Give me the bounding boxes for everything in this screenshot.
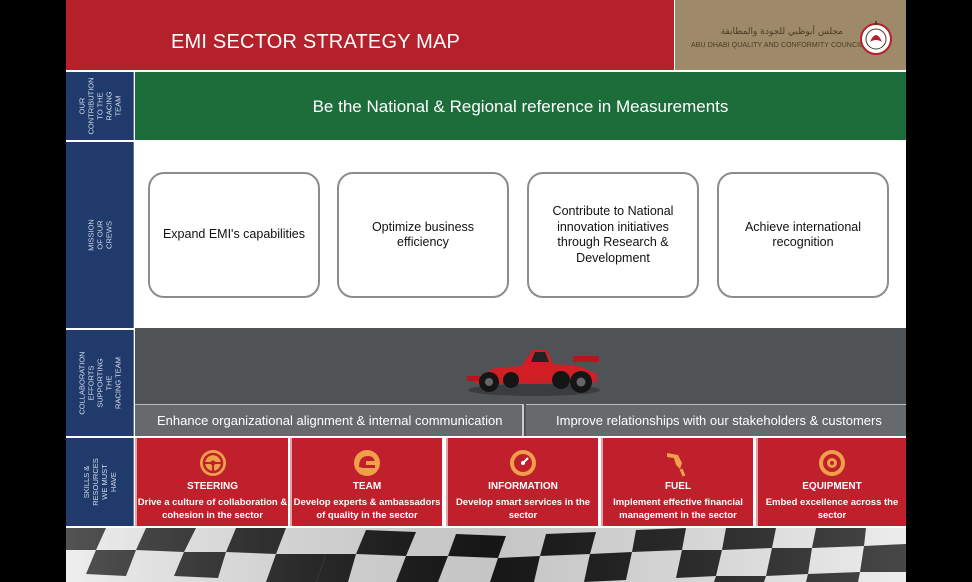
council-logo: مجلس أبوظبي للجودة والمطابقة ABU DHABI Q… [675, 0, 906, 70]
side-label-collaboration: COLLABORATION EFFORTS SUPPORTING THE RAC… [66, 330, 134, 436]
wheel-icon [819, 450, 845, 476]
falcon-emblem-icon [860, 20, 892, 55]
logo-english-text: ABU DHABI QUALITY AND CONFORMITY COUNCIL [691, 42, 864, 49]
collaboration-internal: Enhance organizational alignment & inter… [135, 404, 524, 436]
side-label-contribution: OUR CONTRIBUTION TO THE RACING TEAM [66, 72, 134, 140]
checkered-flag-banner [66, 528, 906, 582]
strategy-map-slide: EMI SECTOR STRATEGY MAP مجلس أبوظبي للجو… [66, 0, 906, 582]
race-car-icon [467, 350, 600, 396]
side-label-skills: SKILLS & RESOURCES WE MUST HAVE [66, 438, 134, 526]
collaboration-external: Improve relationships with our stakehold… [526, 404, 906, 436]
skill-equipment: EQUIPMENT Embed excellence across the se… [756, 438, 906, 526]
skill-information: INFORMATION Develop smart services in th… [446, 438, 598, 526]
vision-banner: Be the National & Regional reference in … [135, 72, 906, 140]
skill-team: TEAM Develop experts & ambassadors of qu… [290, 438, 442, 526]
mission-box-recognition: Achieve international recognition [717, 172, 889, 298]
page-title: EMI SECTOR STRATEGY MAP [171, 31, 461, 53]
mission-box-efficiency: Optimize business efficiency [337, 172, 509, 298]
vision-text: Be the National & Regional reference in … [312, 97, 729, 116]
skill-steering: STEERING Drive a culture of collaboratio… [135, 438, 288, 526]
fuel-nozzle-icon [667, 453, 686, 477]
logo-arabic-text: مجلس أبوظبي للجودة والمطابقة [720, 27, 843, 37]
skill-fuel: FUEL Implement effective financial manag… [601, 438, 753, 526]
mission-box-innovation: Contribute to National innovation initia… [527, 172, 699, 298]
steering-wheel-icon [199, 450, 226, 476]
mission-box-capabilities: Expand EMI's capabilities [148, 172, 320, 298]
speedometer-icon [510, 450, 536, 476]
helmet-icon [354, 450, 380, 476]
title-bar: EMI SECTOR STRATEGY MAP [66, 0, 674, 70]
side-label-mission: MISSION OF OUR CREWS [66, 142, 134, 328]
